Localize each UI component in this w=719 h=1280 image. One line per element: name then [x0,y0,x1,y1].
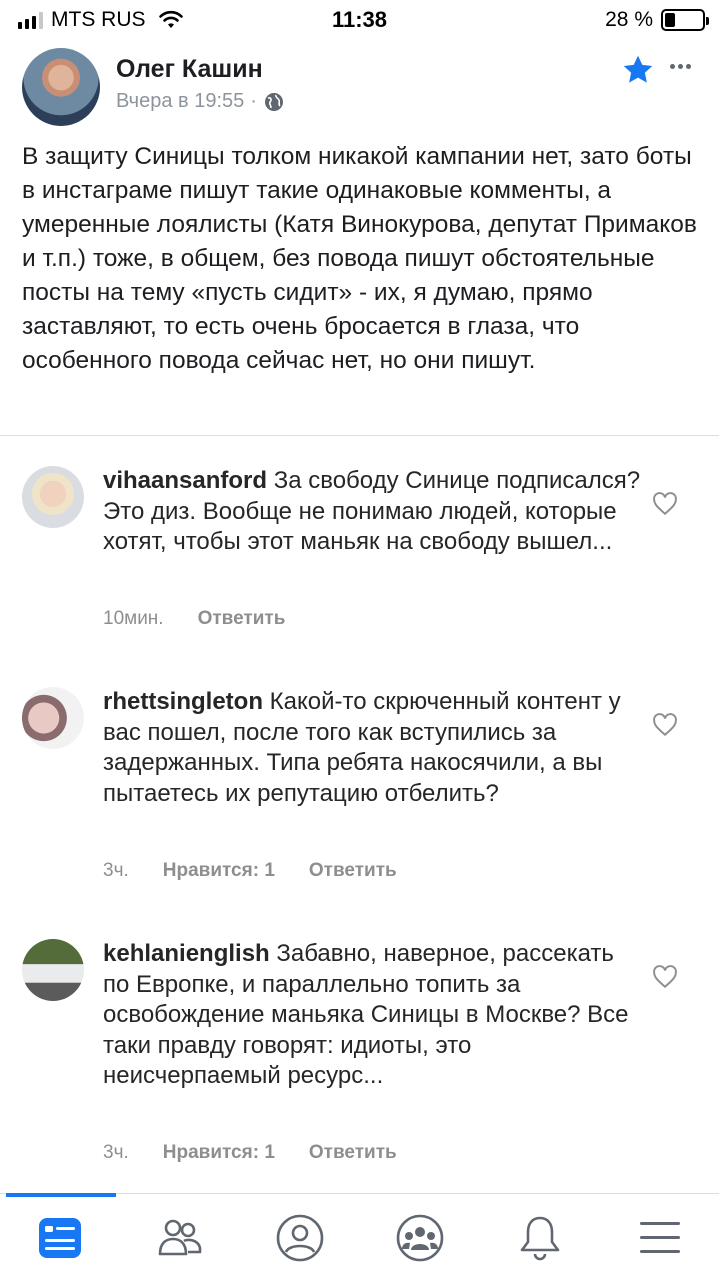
comment-body: vihaansanford За свободу Синице подписал… [103,466,643,558]
active-tab-indicator [6,1193,116,1197]
nav-groups[interactable] [394,1212,446,1264]
comment-time: 10мин. [103,608,164,629]
reply-button[interactable]: Ответить [198,608,286,630]
nav-notifications[interactable] [514,1212,566,1264]
favorite-star-button[interactable] [620,52,656,88]
comment-username[interactable]: vihaansanford [103,467,267,494]
post-divider [0,435,719,436]
comment-item: rhettsingleton Какой-то скрюченный конте… [22,687,702,887]
status-bar: MTS RUS 11:38 28 % [0,0,719,40]
reply-button[interactable]: Ответить [309,860,397,882]
more-options-button[interactable] [664,52,696,80]
comment-time: 3ч. [103,1142,129,1163]
meta-separator: · [250,90,257,112]
post-text: В защиту Синицы толком никакой кампании … [22,143,697,374]
nav-menu[interactable] [634,1212,686,1264]
battery-level [665,13,676,27]
comment-actions: 3ч. Нравится: 1 Ответить [103,860,397,882]
friends-icon [158,1219,202,1256]
groups-icon [396,1214,444,1262]
author-name[interactable]: Олег Кашин [116,55,263,84]
more-dot-icon [677,63,683,69]
globe-icon [264,92,283,111]
news-feed-icon [39,1218,81,1258]
profile-icon [276,1214,324,1262]
like-heart-icon[interactable] [652,713,678,737]
comment-username[interactable]: kehlanienglish [103,940,270,967]
more-dot-icon [669,63,675,69]
comment-likes[interactable]: Нравится: 1 [163,1142,275,1164]
comment-actions: 10мин. Ответить [103,608,285,630]
post-timestamp[interactable]: Вчера в 19:55 [116,90,244,113]
comment-username[interactable]: rhettsingleton [103,688,263,715]
commenter-avatar[interactable] [22,466,84,528]
nav-friends[interactable] [154,1212,206,1264]
commenter-avatar[interactable] [22,939,84,1001]
like-heart-icon[interactable] [652,965,678,989]
like-heart-icon[interactable] [652,492,678,516]
author-avatar[interactable] [22,48,100,126]
star-icon [623,55,653,83]
more-dot-icon [685,63,691,69]
menu-icon [640,1222,680,1253]
battery-percent: 28 % [605,8,653,31]
notifications-bell-icon [520,1216,560,1261]
comment-actions: 3ч. Нравится: 1 Ответить [103,1142,397,1164]
comment-time: 3ч. [103,860,129,881]
bottom-navigation [0,1193,719,1280]
comment-body: kehlanienglish Забавно, наверное, рассек… [103,939,643,1092]
comment-body: rhettsingleton Какой-то скрюченный конте… [103,687,643,809]
nav-profile[interactable] [274,1212,326,1264]
comment-likes[interactable]: Нравится: 1 [163,860,275,882]
battery-icon [661,9,709,31]
nav-news-feed[interactable] [34,1212,86,1264]
reply-button[interactable]: Ответить [309,1142,397,1164]
post-header: Олег Кашин Вчера в 19:55 · [22,48,702,128]
post-meta: Вчера в 19:55 · [116,90,285,113]
comment-item: kehlanienglish Забавно, наверное, рассек… [22,939,702,1169]
status-right: 28 % [605,8,709,32]
comment-item: vihaansanford За свободу Синице подписал… [22,466,702,646]
commenter-avatar[interactable] [22,687,84,749]
